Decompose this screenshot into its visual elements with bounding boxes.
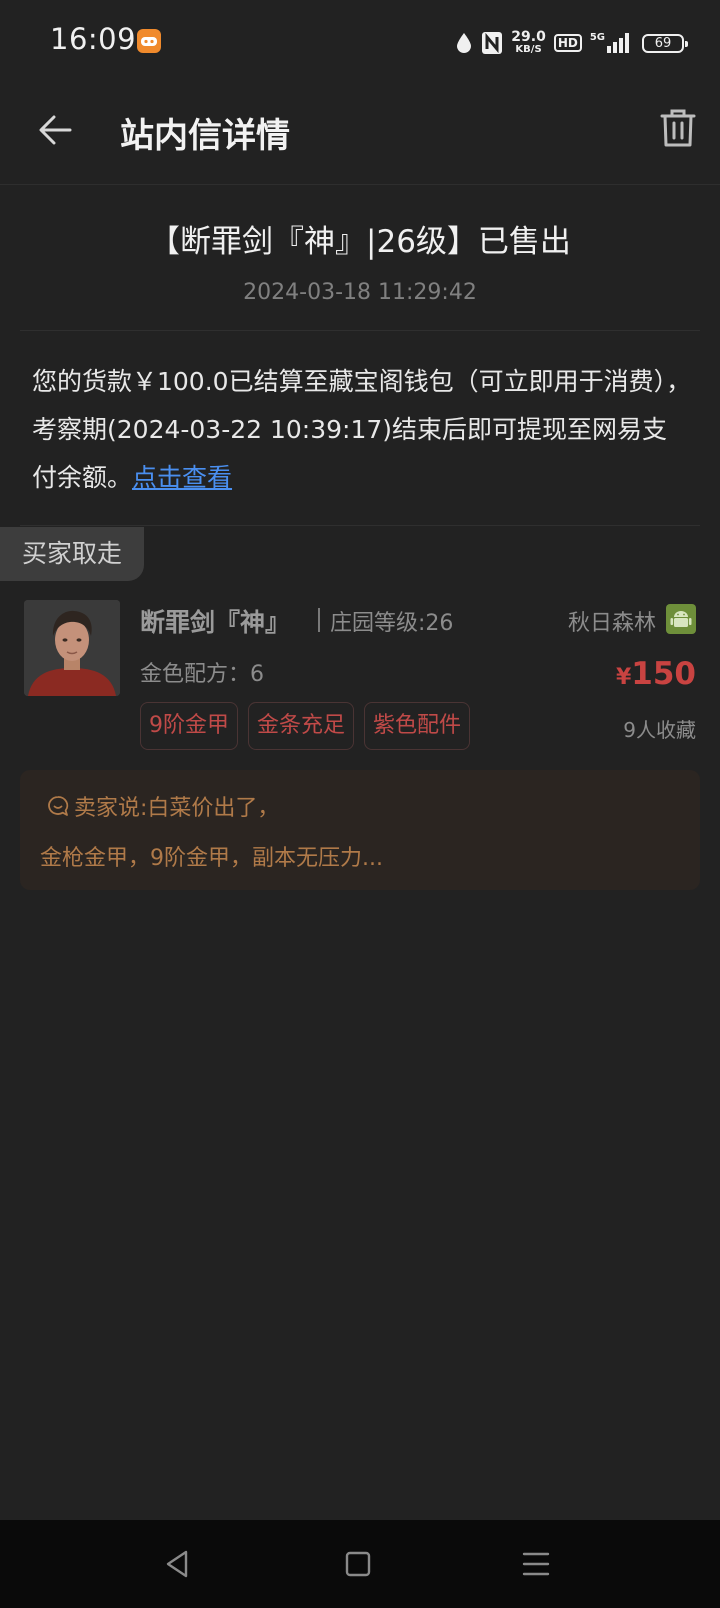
nav-home-icon — [345, 1551, 371, 1577]
tag: 金条充足 — [248, 702, 355, 750]
hd-icon: HD — [553, 34, 582, 52]
status-time: 16:09 — [50, 22, 137, 56]
chat-bubble-icon — [48, 796, 69, 816]
item-separator — [318, 608, 320, 632]
header: 站内信详情 — [0, 84, 720, 185]
trash-icon — [660, 109, 696, 147]
item-name[interactable]: 断罪剑『神』 — [140, 603, 290, 639]
character-avatar[interactable] — [24, 600, 120, 696]
divider — [20, 330, 700, 331]
price: ¥150 — [616, 656, 696, 692]
message-body-text: 您的货款￥100.0已结算至藏宝阁钱包（可立即用于消费），考察期(2024-03… — [32, 367, 692, 492]
favorite-count: 9人收藏 — [623, 718, 696, 742]
buyer-tag: 买家取走 — [0, 527, 144, 581]
character-portrait-icon — [24, 600, 120, 696]
tag: 紫色配件 — [364, 702, 471, 750]
net-speed-unit: KB/S — [515, 44, 542, 55]
game-app-icon — [137, 29, 161, 53]
page-title: 站内信详情 — [120, 116, 290, 156]
back-button[interactable] — [34, 106, 82, 154]
seller-note-line2: 金枪金甲，9阶金甲，副本无压力... — [40, 846, 383, 871]
seller-note-line1: 卖家说:白菜价出了， — [46, 790, 279, 822]
server-name: 秋日森林 — [567, 611, 656, 636]
delete-button[interactable] — [656, 106, 700, 150]
nav-back-button[interactable] — [156, 1542, 200, 1586]
battery-icon: 69 — [642, 33, 688, 53]
price-value: 150 — [631, 656, 696, 692]
water-drop-icon — [455, 31, 473, 55]
message-title: 【断罪剑『神』|26级】已售出 — [149, 224, 571, 260]
signal-icon: 5G — [590, 32, 630, 54]
view-link[interactable]: 点击查看 — [132, 463, 232, 492]
message-time: 2024-03-18 11:29:42 — [243, 280, 477, 305]
tag-list: 9阶金甲 金条充足 紫色配件 — [140, 702, 471, 750]
status-bar: 16:09 29.0 KB/S HD 5G 69 — [0, 0, 720, 84]
seller-note-text1: 卖家说:白菜价出了， — [74, 796, 280, 821]
seller-note[interactable]: 卖家说:白菜价出了， 金枪金甲，9阶金甲，副本无压力... — [20, 770, 700, 890]
item-level: 庄园等级:26 — [330, 611, 454, 636]
price-symbol: ¥ — [615, 665, 632, 690]
network-label: 5G — [589, 32, 605, 43]
nav-menu-icon — [522, 1552, 550, 1576]
net-speed: 29.0 KB/S — [511, 29, 546, 55]
android-icon — [666, 604, 696, 634]
gold-recipe: 金色配方：6 — [140, 662, 264, 687]
nfc-icon — [481, 31, 503, 55]
divider — [20, 525, 700, 526]
back-arrow-icon — [39, 115, 72, 145]
net-speed-value: 29.0 — [511, 29, 546, 45]
nav-back-icon — [166, 1550, 188, 1578]
nav-bar — [0, 1520, 720, 1608]
message-body: 您的货款￥100.0已结算至藏宝阁钱包（可立即用于消费），考察期(2024-03… — [32, 358, 692, 502]
nav-menu-button[interactable] — [514, 1542, 558, 1586]
nav-home-button[interactable] — [336, 1542, 380, 1586]
tag: 9阶金甲 — [140, 702, 238, 750]
